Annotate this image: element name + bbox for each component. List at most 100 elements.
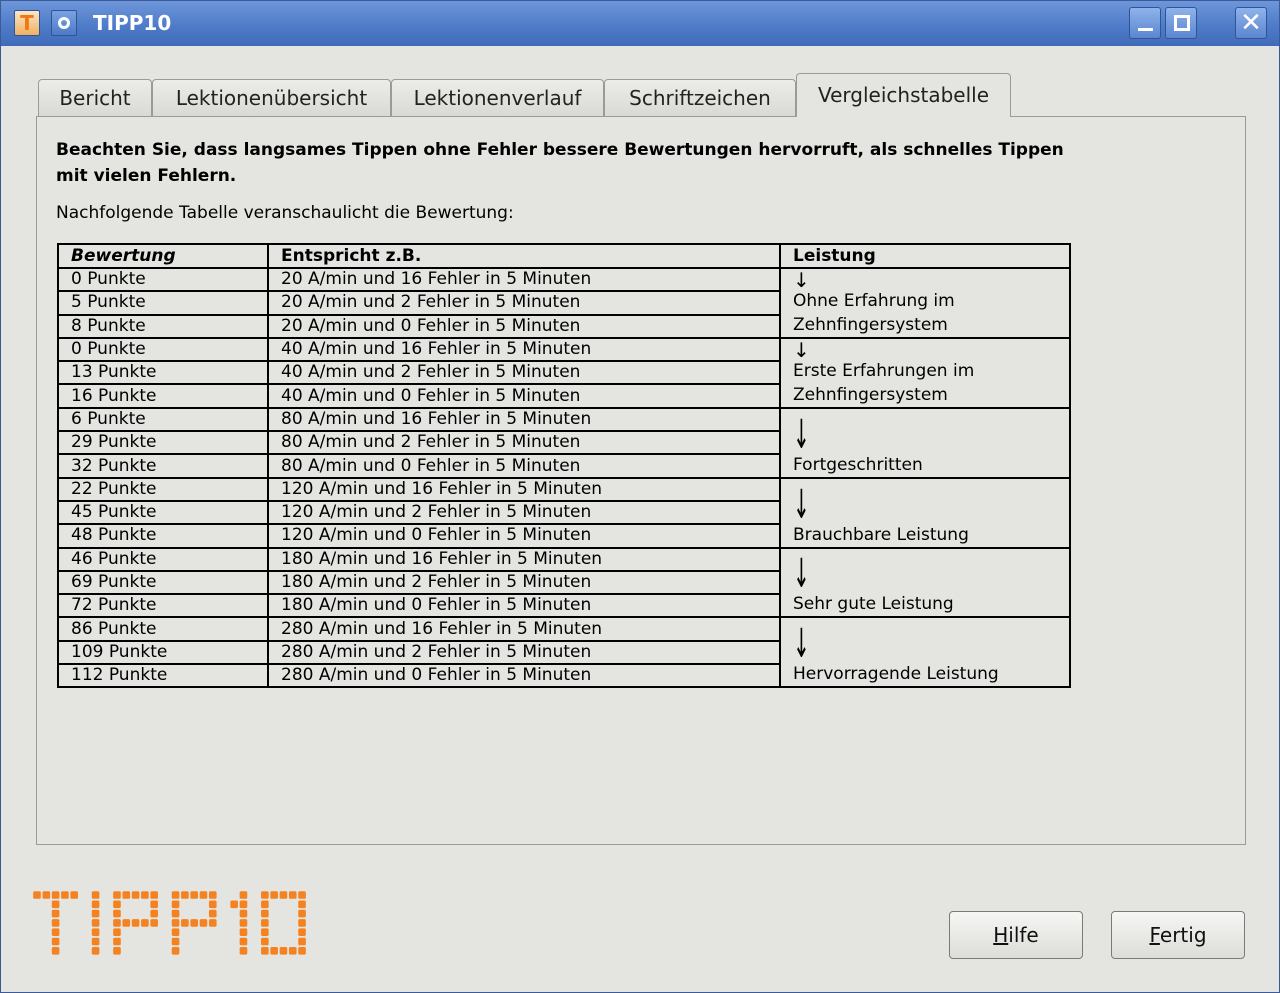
tab-vergleichstabelle[interactable]: Vergleichstabelle — [796, 73, 1011, 117]
logo-dot — [171, 919, 180, 927]
logo-dot — [51, 909, 60, 918]
example-cell: 180 A/min und 2 Fehler in 5 Minuten — [267, 569, 781, 596]
rating-cell: 86 Punkte — [57, 616, 269, 642]
logo-dot — [42, 891, 51, 899]
logo-dot — [113, 900, 121, 909]
logo-dot — [131, 891, 140, 899]
logo-dot — [51, 937, 60, 946]
example-cell: 40 A/min und 16 Fehler in 5 Minuten — [267, 336, 781, 363]
logo-dot — [150, 891, 158, 899]
logo-dot — [51, 891, 60, 899]
logo-dot — [298, 909, 306, 918]
logo-dot — [171, 947, 180, 955]
header-entspricht: Entspricht z.B. — [267, 243, 781, 269]
logo-dot — [208, 891, 217, 899]
tab-bericht[interactable]: Bericht — [38, 79, 152, 116]
example-cell: 40 A/min und 0 Fehler in 5 Minuten — [267, 383, 781, 409]
logo-dot — [261, 900, 269, 909]
table-row: 0 Punkte 20 A/min und 16 Fehler in 5 Minu… — [57, 266, 1071, 339]
logo-dot — [239, 891, 248, 899]
arrow-down-icon: ↓ — [793, 481, 810, 528]
rating-cell: 29 Punkte — [57, 430, 269, 456]
example-cell: 180 A/min und 0 Fehler in 5 Minuten — [267, 593, 781, 619]
logo-dot — [298, 937, 306, 946]
example-cell: 120 A/min und 2 Fehler in 5 Minuten — [267, 499, 781, 526]
rating-cell: 69 Punkte — [57, 569, 269, 596]
logo-dot — [113, 947, 121, 955]
table-row: 6 Punkte 80 A/min und 16 Fehler in 5 Minu… — [57, 406, 1071, 479]
example-cell: 280 A/min und 16 Fehler in 5 Minuten — [267, 616, 781, 642]
table-header-row: Bewertung Entspricht z.B. Leistung — [57, 243, 1071, 269]
logo-dot — [298, 919, 306, 927]
logo-dot — [171, 937, 180, 946]
logo-dot — [91, 919, 100, 927]
rating-cell: 13 Punkte — [57, 360, 269, 386]
logo-dot — [91, 909, 100, 918]
example-cell: 20 A/min und 0 Fehler in 5 Minuten — [267, 313, 781, 339]
logo-dot — [261, 937, 269, 946]
performance-label: Sehr gute Leistung — [793, 594, 954, 615]
logo-dot — [171, 909, 180, 918]
logo-dot — [261, 928, 269, 936]
logo-dot — [91, 937, 100, 946]
logo-dot — [113, 891, 121, 899]
tab-lektionenverlauf[interactable]: Lektionenverlauf — [391, 79, 604, 116]
performance-label: Ohne Erfahrung im Zehnfingersystem — [793, 290, 955, 335]
performance-label: Erste Erfahrungen im Zehnfingersystem — [793, 360, 975, 405]
logo-dot — [239, 937, 248, 946]
maximize-icon — [1174, 15, 1190, 31]
logo-dot — [171, 891, 180, 899]
logo-dot — [33, 891, 41, 899]
logo-dot — [298, 900, 306, 909]
logo-dot — [122, 919, 131, 927]
example-cell: 280 A/min und 2 Fehler in 5 Minuten — [267, 639, 781, 666]
example-cell: 180 A/min und 16 Fehler in 5 Minuten — [267, 546, 781, 572]
logo-dot — [288, 947, 297, 955]
performance-cell: ↓ Hervorragende Leistung — [779, 616, 1071, 689]
logo-dot — [181, 919, 189, 927]
logo-dot — [239, 909, 248, 918]
logo-dot — [288, 891, 297, 899]
rating-cell: 6 Punkte — [57, 406, 269, 433]
help-button[interactable]: Hilfe — [949, 911, 1083, 959]
logo-dot — [239, 900, 248, 909]
tab-schriftzeichen[interactable]: Schriftzeichen — [604, 79, 796, 116]
comparison-table: Bewertung Entspricht z.B. Leistung 0 Pun… — [57, 243, 1071, 689]
example-cell: 120 A/min und 0 Fehler in 5 Minuten — [267, 523, 781, 549]
logo-dot — [51, 919, 60, 927]
header-leistung: Leistung — [779, 243, 1071, 269]
minimize-button[interactable] — [1129, 7, 1161, 39]
rating-cell: 22 Punkte — [57, 476, 269, 502]
done-button[interactable]: Fertig — [1111, 911, 1245, 959]
logo-dot — [91, 891, 100, 899]
logo-dot — [141, 919, 149, 927]
logo-dot — [51, 947, 60, 955]
window-title: TIPP10 — [93, 11, 172, 35]
app-icon[interactable]: T — [14, 10, 40, 36]
maximize-button[interactable] — [1165, 7, 1197, 39]
logo-dot — [70, 891, 78, 899]
example-cell: 80 A/min und 16 Fehler in 5 Minuten — [267, 406, 781, 433]
arrow-down-icon: ↓ — [793, 337, 810, 362]
logo-dot — [141, 891, 149, 899]
example-cell: 280 A/min und 0 Fehler in 5 Minuten — [267, 663, 781, 689]
performance-cell: ↓ Erste Erfahrungen im Zehnfingersystem — [779, 336, 1071, 409]
tab-lektionenuebersicht[interactable]: Lektionenübersicht — [152, 79, 391, 116]
logo-dot — [199, 919, 208, 927]
title-bar[interactable]: T TIPP10 ✕ — [1, 1, 1279, 46]
rating-cell: 0 Punkte — [57, 336, 269, 363]
logo-dot — [190, 891, 198, 899]
performance-cell: ↓ Sehr gute Leistung — [779, 546, 1071, 619]
logo-dot — [51, 928, 60, 936]
performance-label: Hervorragende Leistung — [793, 664, 999, 685]
logo-dot — [298, 947, 306, 955]
performance-cell: ↓ Brauchbare Leistung — [779, 476, 1071, 549]
rating-cell: 109 Punkte — [57, 639, 269, 666]
logo-dot — [239, 919, 248, 927]
close-button[interactable]: ✕ — [1235, 7, 1267, 39]
logo-dot — [239, 928, 248, 936]
intro-text: Nachfolgende Tabelle veranschaulicht die… — [56, 203, 514, 223]
logo-dot — [298, 891, 306, 899]
example-cell: 80 A/min und 2 Fehler in 5 Minuten — [267, 430, 781, 456]
window-menu-icon[interactable] — [51, 10, 77, 36]
